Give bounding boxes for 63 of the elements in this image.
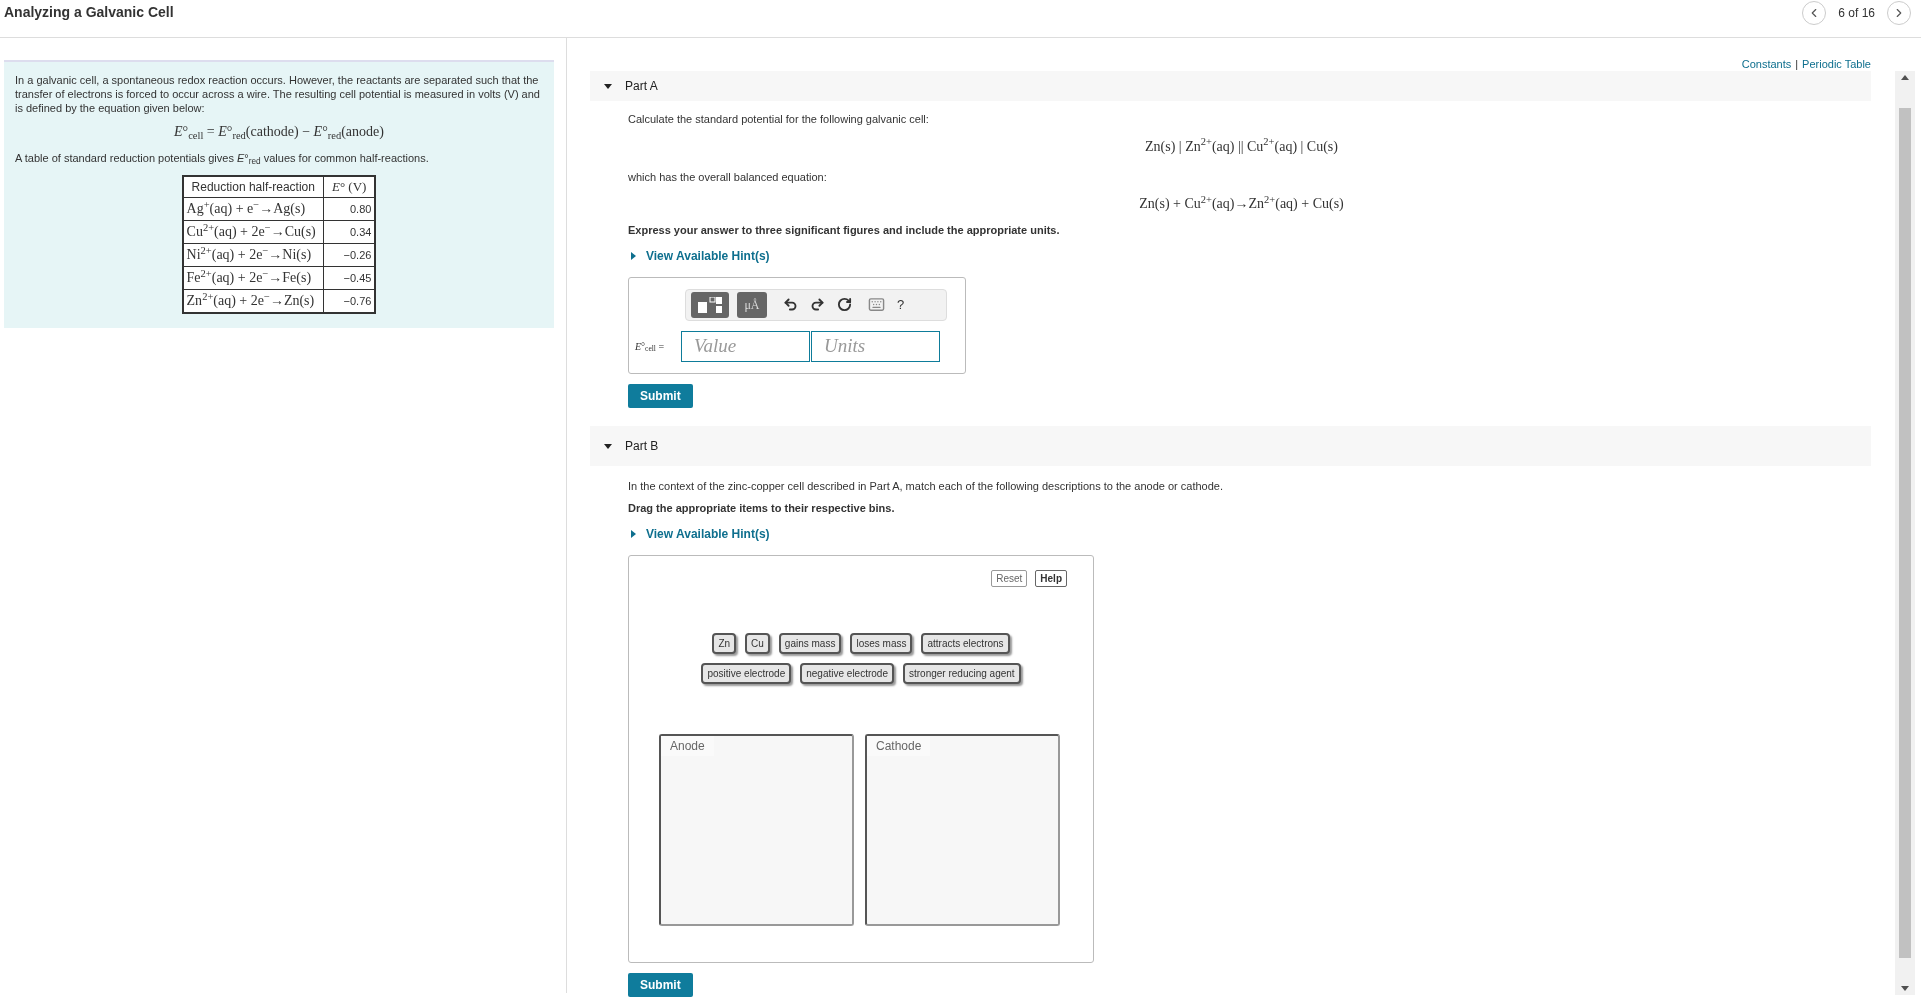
page-title: Analyzing a Galvanic Cell <box>4 3 174 22</box>
draggable-item[interactable]: positive electrode <box>701 662 792 684</box>
table-cell: Fe$^{2+}$(aq) + 2e$^{−}$→Fe(s) <box>186 270 312 285</box>
table-intro: A table of standard reduction potentials gives E°$_{red}$ values for common half-reactions. <box>15 151 430 165</box>
scroll-down-icon[interactable] <box>1901 986 1909 991</box>
table-cell: Ni$^{2+}$(aq) + 2e$^{−}$→Ni(s) <box>186 247 312 262</box>
cell-notation: Zn(s) | Zn$^{2+}$(aq) || Cu$^{2+}$(aq) | Cu(s) <box>1145 138 1338 154</box>
expand-triangle-icon[interactable] <box>628 250 638 261</box>
question-text: which has the overall balanced equation: <box>628 169 828 185</box>
draggable-item[interactable]: stronger reducing agent <box>902 662 1021 684</box>
column-header: Reduction half-reaction <box>191 180 315 194</box>
table-cell: 0.34 <box>350 226 372 238</box>
part-title: Part B <box>625 437 659 455</box>
answer-label: E°$_{cell}$ = <box>635 339 666 354</box>
hint-link[interactable]: View Available Hint(s) <box>646 246 770 265</box>
keyboard-icon[interactable] <box>868 296 885 313</box>
redo-icon[interactable] <box>810 297 825 312</box>
units-field[interactable]: Units <box>811 330 940 362</box>
constants-link[interactable]: Constants <box>1741 56 1792 71</box>
draggable-item[interactable]: negative electrode <box>800 662 894 684</box>
question-text: In the context of the zinc-copper cell described in Part A, match each of the following descriptions to the anode or cathode. <box>628 478 1224 494</box>
hint-link[interactable]: View Available Hint(s) <box>646 524 770 543</box>
draggable-item[interactable]: loses mass <box>850 632 913 654</box>
part-header[interactable]: Part B <box>590 425 1871 466</box>
table-cell: Cu$^{2+}$(aq) + 2e$^{−}$→Cu(s) <box>186 224 316 239</box>
reset-button[interactable]: Reset <box>991 569 1028 587</box>
table-cell: −0.76 <box>343 295 372 307</box>
collapse-triangle-icon[interactable] <box>603 81 613 91</box>
periodic-table-link[interactable]: Periodic Table <box>1802 56 1871 71</box>
table-cell: Zn$^{2+}$(aq) + 2e$^{−}$→Zn(s) <box>186 293 315 308</box>
help-button[interactable]: ? <box>897 294 905 315</box>
table-cell: Ag$^{+}$(aq) + e$^{−}$→Ag(s) <box>186 201 306 216</box>
draggable-item[interactable]: Zn <box>712 632 737 654</box>
units-button[interactable]: μÅ <box>737 291 767 318</box>
value-field[interactable]: Value <box>681 330 810 362</box>
template-icon <box>698 296 722 313</box>
link-separator: | <box>1795 57 1799 71</box>
table-cell: 0.80 <box>350 203 372 215</box>
drop-bin[interactable]: Anode <box>659 733 854 926</box>
table-cell: −0.26 <box>343 249 372 261</box>
part-title: Part A <box>625 78 658 95</box>
balanced-equation: Zn(s) + Cu$^{2+}$(aq)→Zn$^{2+}$(aq) + Cu(s) <box>1139 196 1344 211</box>
instruction-text: Drag the appropriate items to their respective bins. <box>628 501 896 516</box>
undo-icon[interactable] <box>783 297 798 312</box>
part-header[interactable]: Part A <box>590 71 1871 101</box>
question-text: Calculate the standard potential for the following galvanic cell: <box>628 112 930 127</box>
draggable-item[interactable]: gains mass <box>778 632 842 654</box>
expand-triangle-icon[interactable] <box>628 528 638 539</box>
template-button[interactable] <box>691 291 729 318</box>
intro-paragraph: In a galvanic cell, a spontaneous redox reaction occurs. However, the reactants are separated such that the transfer of electrons is forced to occur across a wire. The resulting cell potential is measured in volts (V) and is defined by the equation given below: <box>15 73 541 115</box>
instruction-text: Express your answer to three significant figures and include the appropriate units. <box>628 223 1061 238</box>
draggable-item[interactable]: Cu <box>745 632 770 654</box>
table-cell: −0.45 <box>343 272 372 284</box>
cell-potential-equation: E°$_{cell}$ = E°$_{red}$(cathode) − E°$_{red}$(anode) <box>174 124 384 139</box>
reset-icon[interactable] <box>837 297 852 312</box>
draggable-item[interactable]: attracts electrons <box>921 632 1010 654</box>
submit-button[interactable]: Submit <box>628 383 693 408</box>
help-button[interactable]: Help <box>1035 569 1067 587</box>
drop-bin[interactable]: Cathode <box>865 733 1060 926</box>
submit-button[interactable]: Submit <box>628 972 693 997</box>
scroll-up-icon[interactable] <box>1901 75 1909 80</box>
column-header: E° (V) <box>331 179 367 194</box>
page-counter: 6 of 16 <box>1838 4 1875 22</box>
